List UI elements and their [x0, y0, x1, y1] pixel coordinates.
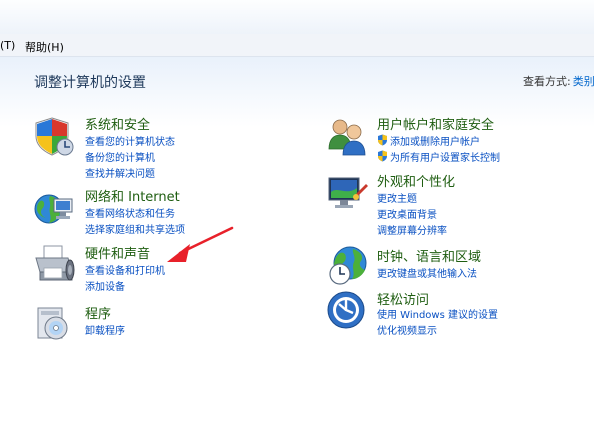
- category-title-programs[interactable]: 程序: [85, 303, 111, 322]
- link-adjust-resolution[interactable]: 调整屏幕分辨率: [377, 222, 447, 237]
- printer-icon: [35, 245, 75, 281]
- link-homegroup-sharing[interactable]: 选择家庭组和共享选项: [85, 221, 185, 236]
- menu-tools[interactable]: (T): [0, 39, 15, 52]
- users-icon: [328, 119, 366, 156]
- view-by-control[interactable]: 查看方式: 类别: [523, 73, 594, 89]
- category-title-user-accounts[interactable]: 用户帐户和家庭安全: [377, 114, 494, 133]
- link-windows-recommended-settings[interactable]: 使用 Windows 建议的设置: [377, 306, 498, 321]
- link-backup-computer[interactable]: 备份您的计算机: [85, 149, 155, 164]
- uac-shield-icon: [378, 134, 387, 146]
- category-title-system-security[interactable]: 系统和安全: [85, 114, 150, 133]
- page-title: 调整计算机的设置: [34, 75, 146, 91]
- clock-globe-icon: [329, 246, 367, 285]
- link-network-status[interactable]: 查看网络状态和任务: [85, 205, 175, 220]
- category-title-appearance[interactable]: 外观和个性化: [377, 171, 455, 190]
- category-title-hardware-sound[interactable]: 硬件和声音: [85, 243, 150, 262]
- link-change-keyboard[interactable]: 更改键盘或其他输入法: [377, 265, 477, 280]
- link-devices-printers[interactable]: 查看设备和打印机: [85, 262, 165, 277]
- category-title-clock-region[interactable]: 时钟、语言和区域: [377, 246, 481, 265]
- uac-shield-icon: [378, 150, 387, 162]
- link-add-remove-accounts-label[interactable]: 添加或删除用户帐户: [390, 133, 480, 148]
- view-by-dropdown[interactable]: 类别: [573, 75, 594, 88]
- window-top-strip: [0, 0, 594, 34]
- shield-icon: [35, 117, 74, 156]
- menu-bar: (T) 帮助(H): [0, 34, 594, 57]
- ease-of-access-icon: [327, 291, 365, 329]
- programs-icon: [37, 307, 68, 340]
- network-globe-icon: [34, 194, 73, 224]
- link-uninstall-program[interactable]: 卸载程序: [85, 322, 125, 337]
- link-change-theme[interactable]: 更改主题: [377, 190, 417, 205]
- menu-help[interactable]: 帮助(H): [25, 39, 64, 55]
- link-troubleshoot[interactable]: 查找并解决问题: [85, 165, 155, 180]
- link-optimize-video[interactable]: 优化视频显示: [377, 322, 437, 337]
- link-add-device[interactable]: 添加设备: [85, 278, 125, 293]
- appearance-monitor-icon: [328, 177, 368, 208]
- category-title-network[interactable]: 网络和 Internet: [85, 186, 180, 205]
- link-view-computer-status[interactable]: 查看您的计算机状态: [85, 133, 175, 148]
- view-by-label: 查看方式:: [523, 75, 571, 88]
- link-change-desktop-background[interactable]: 更改桌面背景: [377, 206, 437, 221]
- link-parental-controls-label[interactable]: 为所有用户设置家长控制: [390, 149, 500, 164]
